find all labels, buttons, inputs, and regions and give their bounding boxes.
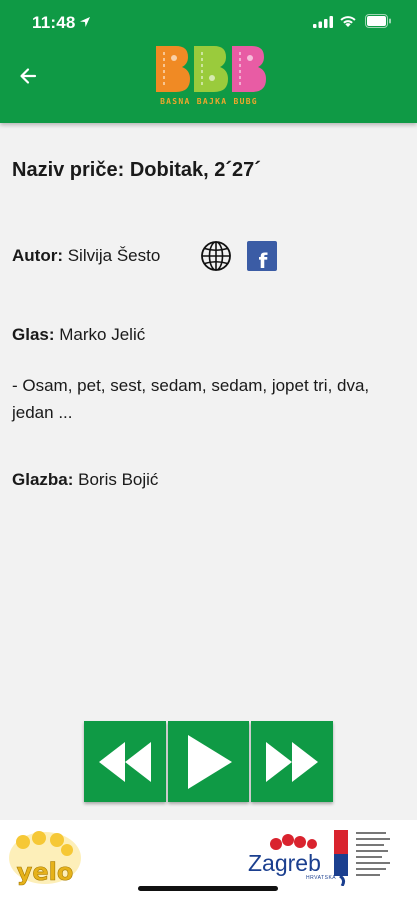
play-icon [187,734,232,789]
music-row: Glazba: Boris Bojić [12,470,158,490]
yelo-logo: yelo [5,828,85,894]
wifi-icon [340,16,356,27]
yelo-wordmark: yelo [17,858,74,886]
fast-forward-button[interactable] [251,721,334,802]
rewind-icon [98,741,151,782]
voice-value: Marko Jelić [54,325,146,344]
status-bar: 11:48 [0,0,417,46]
story-excerpt: - Osam, pet, sest, sedam, sedam, jopet t… [12,376,370,422]
facebook-icon[interactable]: f [247,241,277,273]
battery-icon [365,14,391,28]
app-header: 11:48 BASNA BAJKA BUBG [0,0,417,123]
ministry-fine-print [356,832,390,876]
cellular-signal-icon [313,16,333,28]
story-title: Naziv priče: Dobitak, 2´27´ [12,159,261,181]
arrow-left-icon [20,68,37,84]
status-time: 11:48 [32,13,76,32]
zagreb-subtitle: HRVATSKA [306,875,337,881]
music-label: Glazba: [12,470,74,489]
author-label: Autor: [12,246,63,265]
ministry-emblem-icon [334,830,348,886]
zagreb-logo: Zagreb HRVATSKA [246,830,406,890]
app-logo: BASNA BAJKA BUBG [150,44,268,106]
bbb-logo-mark [156,46,266,92]
music-value: Boris Bojić [73,470,159,489]
play-button[interactable] [167,721,250,802]
zagreb-crown-icon [270,834,317,850]
voice-label: Glas: [12,325,55,344]
logo-caption: BASNA BAJKA BUBG [160,97,258,106]
voice-row: Glas: Marko Jelić [12,325,145,345]
location-arrow-icon [80,17,90,27]
fast-forward-icon [266,741,319,782]
facebook-letter: f [258,249,268,273]
website-globe-icon[interactable] [200,240,232,272]
zagreb-wordmark: Zagreb [248,850,321,876]
author-row: Autor: Silvija Šesto [12,246,160,266]
author-value: Silvija Šesto [62,246,161,265]
player-controls [84,721,334,802]
rewind-button[interactable] [84,721,166,802]
back-button[interactable] [12,60,44,92]
home-indicator[interactable] [138,886,278,891]
